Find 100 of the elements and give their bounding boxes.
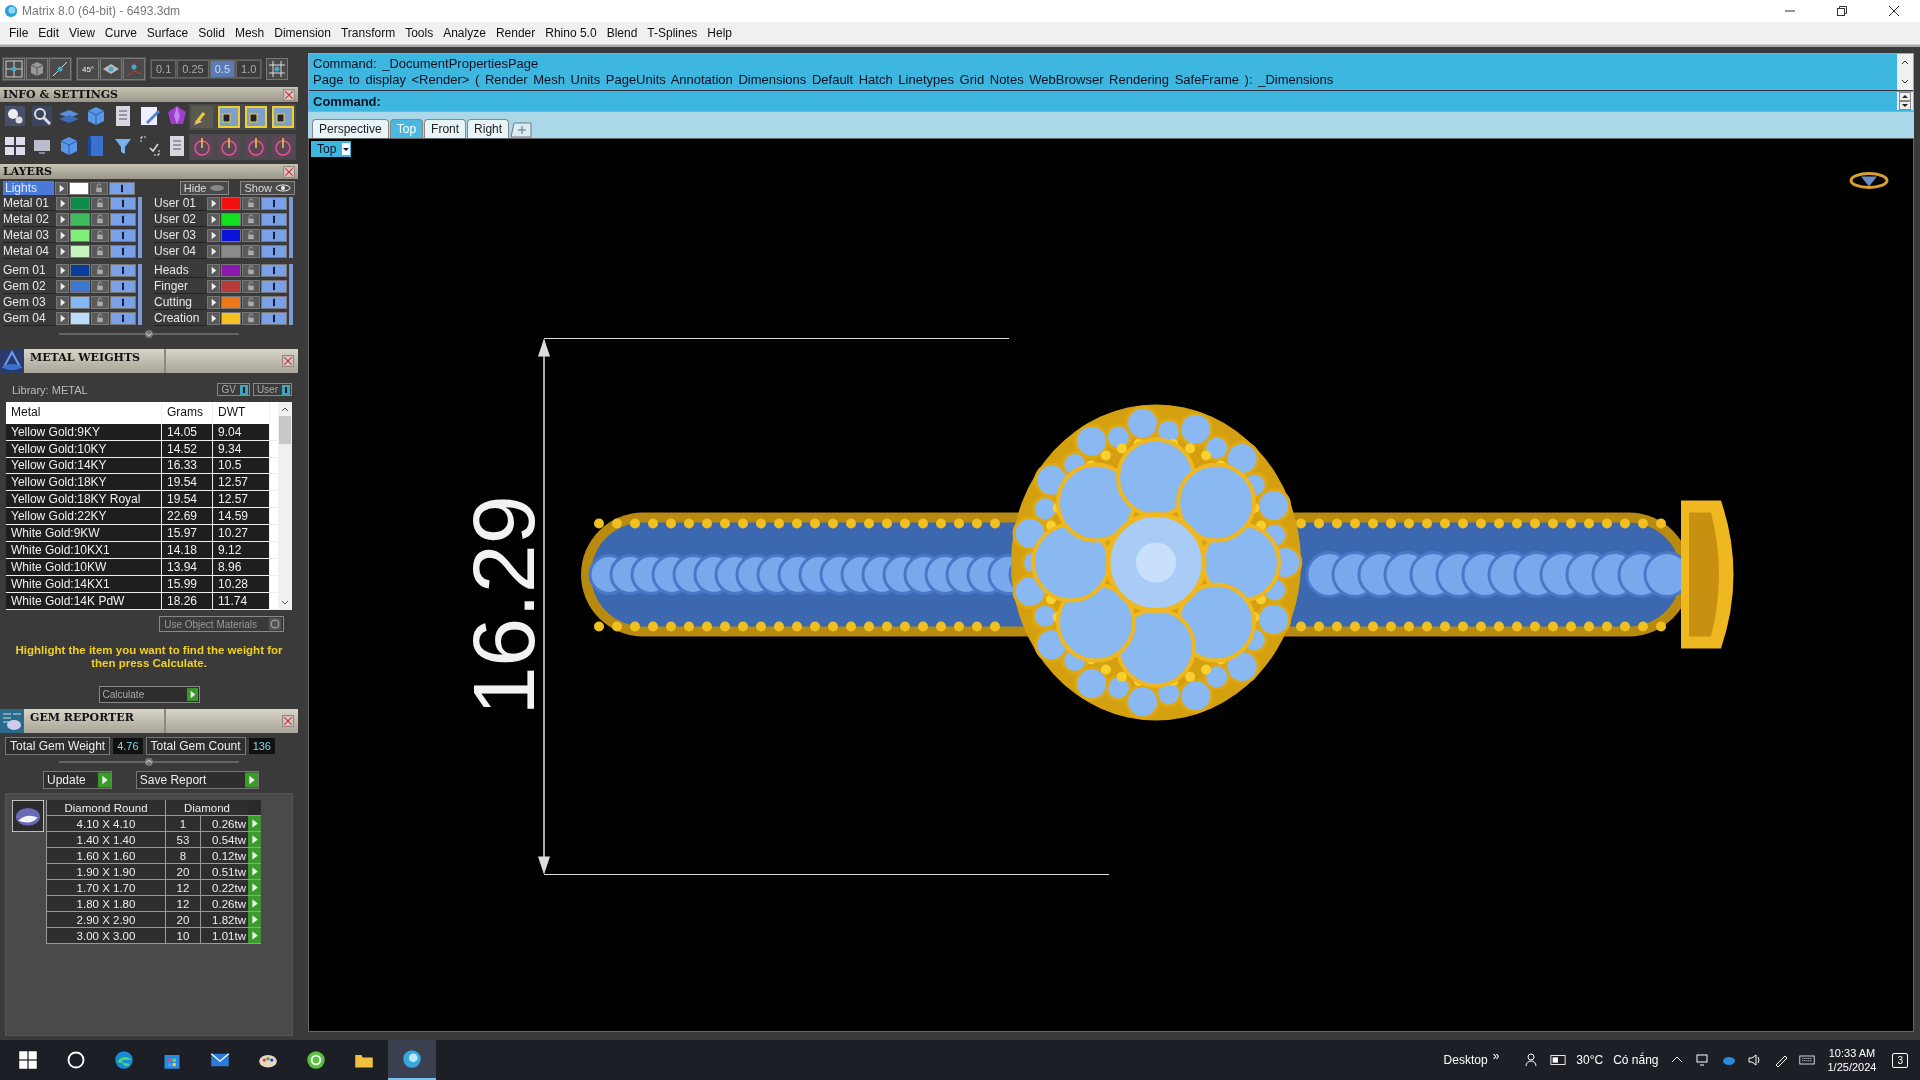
snap-value-button[interactable]: 1.0 bbox=[236, 60, 262, 78]
menu-item[interactable]: Tools bbox=[400, 26, 439, 40]
snap-value-button[interactable]: 0.1 bbox=[151, 60, 177, 78]
plane-icon[interactable] bbox=[100, 58, 122, 80]
visibility-toggle-icon[interactable] bbox=[261, 296, 287, 309]
wrench-icon[interactable] bbox=[30, 104, 54, 128]
play-icon[interactable] bbox=[56, 280, 69, 293]
lock-icon[interactable] bbox=[90, 181, 108, 195]
play-icon[interactable] bbox=[56, 245, 69, 258]
collapse-handle-icon[interactable] bbox=[59, 757, 239, 767]
visibility-toggle-icon[interactable] bbox=[261, 213, 287, 226]
temperature-text[interactable]: 30°C bbox=[1571, 1053, 1609, 1067]
line-snap-icon[interactable] bbox=[49, 58, 71, 80]
visibility-toggle-icon[interactable] bbox=[261, 264, 287, 277]
grid-snap-icon[interactable] bbox=[3, 58, 25, 80]
lock-icon[interactable] bbox=[242, 280, 260, 293]
layer-name[interactable]: User 01 bbox=[154, 196, 206, 211]
play-icon[interactable] bbox=[56, 312, 69, 325]
add-tab-icon[interactable] bbox=[510, 122, 533, 138]
lock-icon[interactable] bbox=[242, 312, 260, 325]
layer-name[interactable]: Cutting bbox=[154, 295, 206, 310]
layer-name[interactable]: User 02 bbox=[154, 212, 206, 227]
visibility-toggle-icon[interactable] bbox=[109, 181, 135, 195]
layer-color-swatch[interactable] bbox=[70, 213, 90, 226]
lock-icon[interactable] bbox=[91, 213, 109, 226]
layer-name[interactable]: Gem 01 bbox=[3, 263, 55, 278]
layer-color-swatch[interactable] bbox=[70, 197, 90, 210]
menu-item[interactable]: Dimension bbox=[269, 26, 336, 40]
show-button[interactable]: Show bbox=[240, 181, 295, 195]
layer-name[interactable]: Lights bbox=[3, 181, 54, 195]
viewport-tab[interactable]: Right bbox=[467, 119, 510, 138]
play-icon[interactable] bbox=[56, 229, 69, 242]
lock-icon[interactable] bbox=[91, 264, 109, 277]
menu-item[interactable]: Render bbox=[490, 26, 541, 40]
frame-icon[interactable] bbox=[217, 105, 241, 129]
menu-item[interactable]: Transform bbox=[335, 26, 401, 40]
layer-name[interactable]: Gem 04 bbox=[3, 311, 55, 326]
scroll-down-icon[interactable] bbox=[1900, 78, 1910, 86]
lock-icon[interactable] bbox=[91, 296, 109, 309]
scrollbar[interactable] bbox=[278, 402, 292, 610]
layer-color-swatch[interactable] bbox=[221, 213, 241, 226]
frame-icon[interactable] bbox=[244, 105, 268, 129]
clock-date[interactable]: 1/25/2024 bbox=[1827, 1060, 1877, 1074]
layer-color-swatch[interactable] bbox=[221, 264, 241, 277]
desktop-toolbar-label[interactable]: Desktop bbox=[1438, 1053, 1493, 1067]
visibility-toggle-icon[interactable] bbox=[261, 197, 287, 210]
menu-item[interactable]: Help bbox=[702, 26, 738, 40]
layer-color-swatch[interactable] bbox=[70, 245, 90, 258]
play-icon[interactable] bbox=[56, 264, 69, 277]
scroll-up-icon[interactable] bbox=[280, 405, 290, 413]
lock-icon[interactable] bbox=[242, 213, 260, 226]
toggle-button[interactable]: GV bbox=[217, 383, 250, 396]
lock-icon[interactable] bbox=[91, 312, 109, 325]
close-icon[interactable] bbox=[283, 165, 295, 178]
visibility-toggle-icon[interactable] bbox=[110, 280, 136, 293]
collapse-handle-icon[interactable] bbox=[59, 329, 239, 339]
layer-color-swatch[interactable] bbox=[70, 312, 90, 325]
visibility-toggle-icon[interactable] bbox=[110, 312, 136, 325]
menu-item[interactable]: Surface bbox=[141, 26, 194, 40]
scroll-thumb[interactable] bbox=[279, 416, 291, 444]
layer-color-swatch[interactable] bbox=[69, 181, 89, 195]
visibility-toggle-icon[interactable] bbox=[261, 280, 287, 293]
broom-icon[interactable] bbox=[190, 105, 214, 129]
layer-name[interactable]: Metal 01 bbox=[3, 196, 55, 211]
visibility-toggle-icon[interactable] bbox=[110, 229, 136, 242]
calculate-button[interactable]: Calculate bbox=[98, 686, 200, 703]
angle-snap-button[interactable]: 45° bbox=[77, 58, 99, 80]
play-icon[interactable] bbox=[207, 229, 220, 242]
play-icon[interactable] bbox=[56, 197, 69, 210]
layer-color-swatch[interactable] bbox=[70, 296, 90, 309]
visibility-toggle-icon[interactable] bbox=[110, 245, 136, 258]
layer-color-swatch[interactable] bbox=[221, 245, 241, 258]
layer-name[interactable]: Finger bbox=[154, 279, 206, 294]
scroll-down-icon[interactable] bbox=[280, 599, 290, 607]
layer-color-swatch[interactable] bbox=[70, 264, 90, 277]
command-prompt[interactable]: Command: bbox=[313, 93, 381, 109]
layer-color-swatch[interactable] bbox=[70, 229, 90, 242]
play-icon[interactable] bbox=[207, 312, 220, 325]
visibility-toggle-icon[interactable] bbox=[110, 213, 136, 226]
menu-item[interactable]: Edit bbox=[33, 26, 65, 40]
visibility-toggle-icon[interactable] bbox=[110, 197, 136, 210]
viewport-label[interactable]: Top bbox=[311, 141, 352, 157]
lock-icon[interactable] bbox=[242, 264, 260, 277]
play-icon[interactable] bbox=[56, 296, 69, 309]
taskbar-app-button[interactable] bbox=[388, 1040, 436, 1080]
play-icon[interactable] bbox=[207, 264, 220, 277]
play-icon[interactable] bbox=[55, 181, 68, 195]
layer-color-swatch[interactable] bbox=[221, 197, 241, 210]
play-icon[interactable] bbox=[56, 213, 69, 226]
visibility-toggle-icon[interactable] bbox=[110, 264, 136, 277]
menu-item[interactable]: File bbox=[4, 26, 34, 40]
play-icon[interactable] bbox=[207, 296, 220, 309]
lock-icon[interactable] bbox=[242, 245, 260, 258]
selection-icon[interactable] bbox=[138, 134, 162, 158]
lock-icon[interactable] bbox=[242, 197, 260, 210]
visibility-toggle-icon[interactable] bbox=[261, 229, 287, 242]
layer-name[interactable]: Heads bbox=[154, 263, 206, 278]
layer-name[interactable]: Metal 03 bbox=[3, 228, 55, 243]
gear-icon[interactable] bbox=[3, 104, 27, 128]
scroll-up-icon[interactable] bbox=[1900, 58, 1910, 66]
